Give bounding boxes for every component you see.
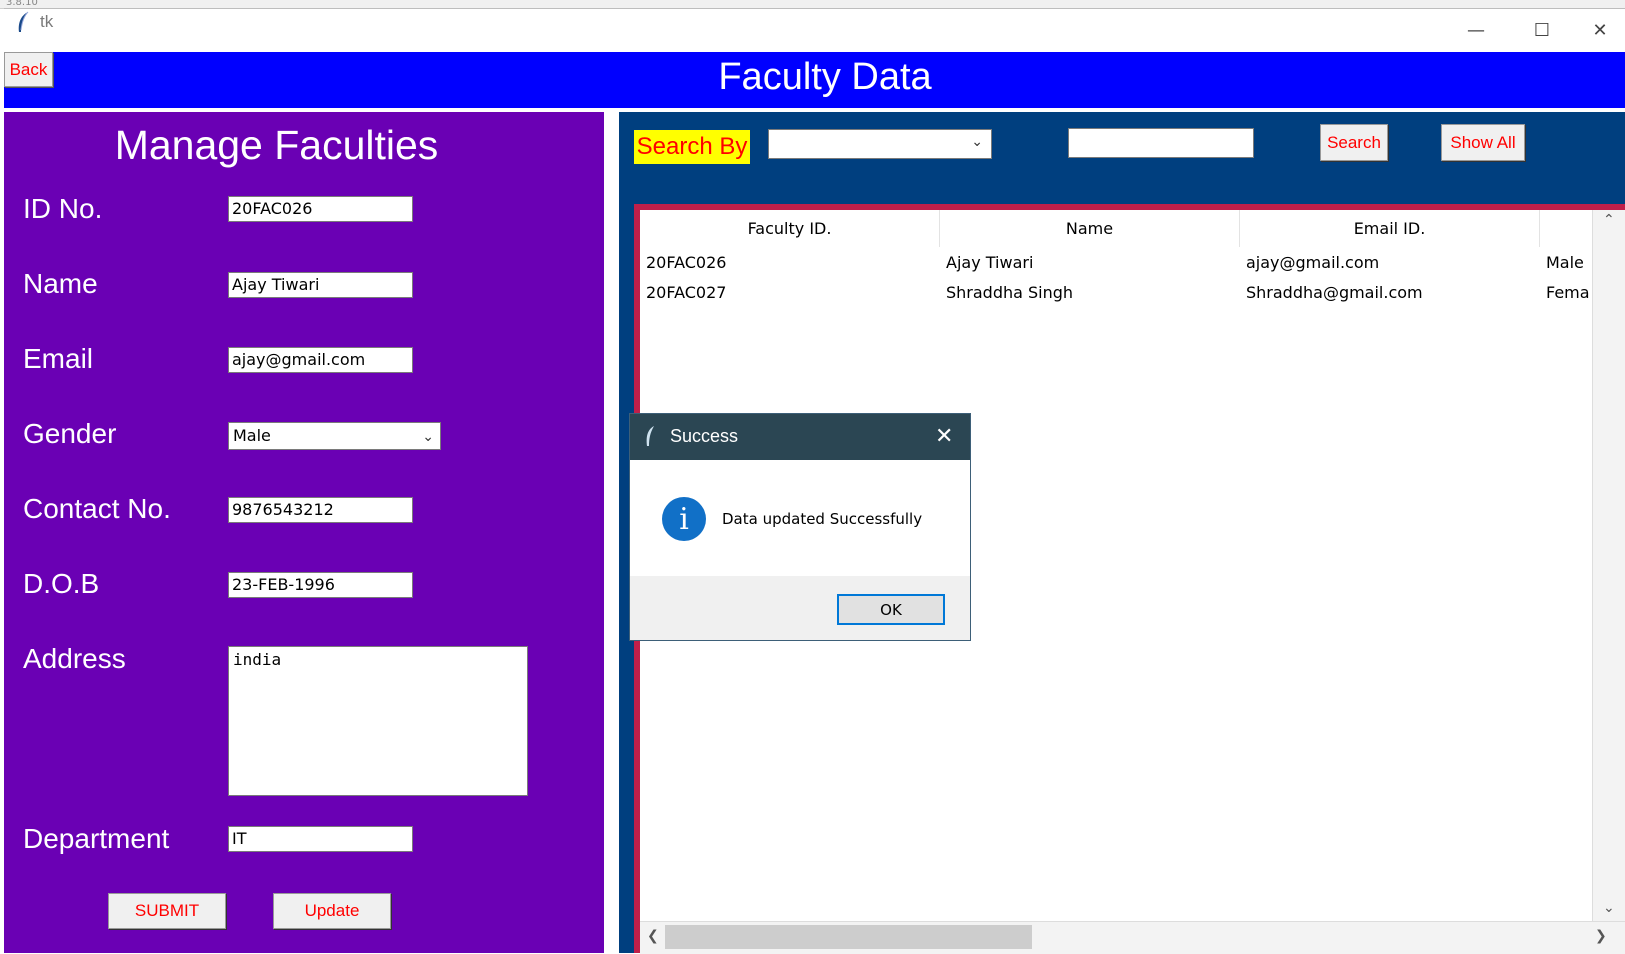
close-icon[interactable]: ✕ — [935, 424, 953, 449]
cell-email: ajay@gmail.com — [1246, 253, 1380, 272]
dialog-title: Success — [670, 426, 739, 446]
address-label: Address — [23, 643, 126, 674]
scroll-right-icon[interactable]: ❯ — [1595, 928, 1607, 944]
table-row[interactable]: 20FAC026 Ajay Tiwari ajay@gmail.com Male — [640, 249, 1592, 279]
ok-button[interactable]: OK — [837, 594, 945, 625]
info-icon: i — [662, 497, 706, 541]
table-row[interactable]: 20FAC027 Shraddha Singh Shraddha@gmail.c… — [640, 279, 1592, 309]
name-label: Name — [23, 268, 98, 299]
cell-name: Shraddha Singh — [946, 283, 1074, 302]
search-by-label: Search By — [634, 130, 750, 164]
gender-value: Male — [233, 426, 271, 445]
scroll-up-icon[interactable]: ⌃ — [1603, 212, 1615, 228]
dialog-message: Data updated Successfully — [722, 510, 923, 528]
department-field[interactable]: IT — [228, 826, 413, 852]
column-header-faculty-id[interactable]: Faculty ID. — [640, 210, 940, 247]
manage-title: Manage Faculties — [114, 122, 439, 168]
background-version-text: 3.8.10 — [6, 0, 38, 8]
id-field[interactable]: 20FAC026 — [228, 196, 413, 222]
update-button[interactable]: Update — [273, 893, 391, 929]
gender-select[interactable]: Male ⌄ — [228, 422, 441, 450]
tk-feather-icon — [18, 11, 29, 32]
email-label: Email — [23, 343, 94, 374]
name-field[interactable]: Ajay Tiwari — [228, 272, 413, 298]
chevron-down-icon: ⌄ — [971, 134, 983, 150]
cell-name: Ajay Tiwari — [946, 253, 1034, 272]
scroll-down-icon[interactable]: ⌄ — [1603, 900, 1615, 916]
vertical-scrollbar[interactable]: ⌃ ⌄ — [1592, 210, 1625, 921]
search-input[interactable] — [1068, 128, 1254, 158]
back-button[interactable]: Back — [4, 52, 53, 87]
contact-field[interactable]: 9876543212 — [228, 497, 413, 523]
show-all-button[interactable]: Show All — [1441, 124, 1525, 161]
search-by-select[interactable]: ⌄ — [768, 129, 992, 159]
address-field[interactable]: india — [228, 646, 528, 796]
dob-field[interactable]: 23-FEB-1996 — [228, 572, 413, 598]
submit-button[interactable]: SUBMIT — [108, 893, 226, 929]
cell-gender: Male — [1546, 253, 1584, 272]
scroll-left-icon[interactable]: ❮ — [647, 928, 659, 944]
minimize-icon[interactable]: — — [1443, 8, 1509, 52]
maximize-icon[interactable]: ☐ — [1509, 8, 1575, 52]
department-label: Department — [23, 823, 170, 854]
tk-feather-icon — [646, 426, 654, 446]
column-header-email[interactable]: Email ID. — [1240, 210, 1540, 247]
close-icon[interactable]: ✕ — [1575, 8, 1625, 52]
cell-gender: Fema — [1546, 283, 1590, 302]
chevron-down-icon: ⌄ — [422, 429, 434, 445]
cell-email: Shraddha@gmail.com — [1246, 283, 1423, 302]
column-header-gender[interactable] — [1540, 210, 1592, 247]
id-label: ID No. — [23, 193, 103, 224]
horizontal-scroll-thumb[interactable] — [665, 925, 1032, 949]
search-button[interactable]: Search — [1320, 124, 1388, 161]
cell-faculty-id: 20FAC027 — [646, 283, 727, 302]
gender-label: Gender — [23, 418, 117, 449]
contact-label: Contact No. — [23, 493, 171, 524]
window-title-bar — [4, 8, 1625, 53]
column-header-name[interactable]: Name — [940, 210, 1240, 247]
email-field[interactable]: ajay@gmail.com — [228, 347, 413, 373]
window-title: tk — [40, 12, 54, 31]
page-title: Faculty Data — [718, 56, 932, 98]
cell-faculty-id: 20FAC026 — [646, 253, 727, 272]
dob-label: D.O.B — [23, 568, 100, 599]
